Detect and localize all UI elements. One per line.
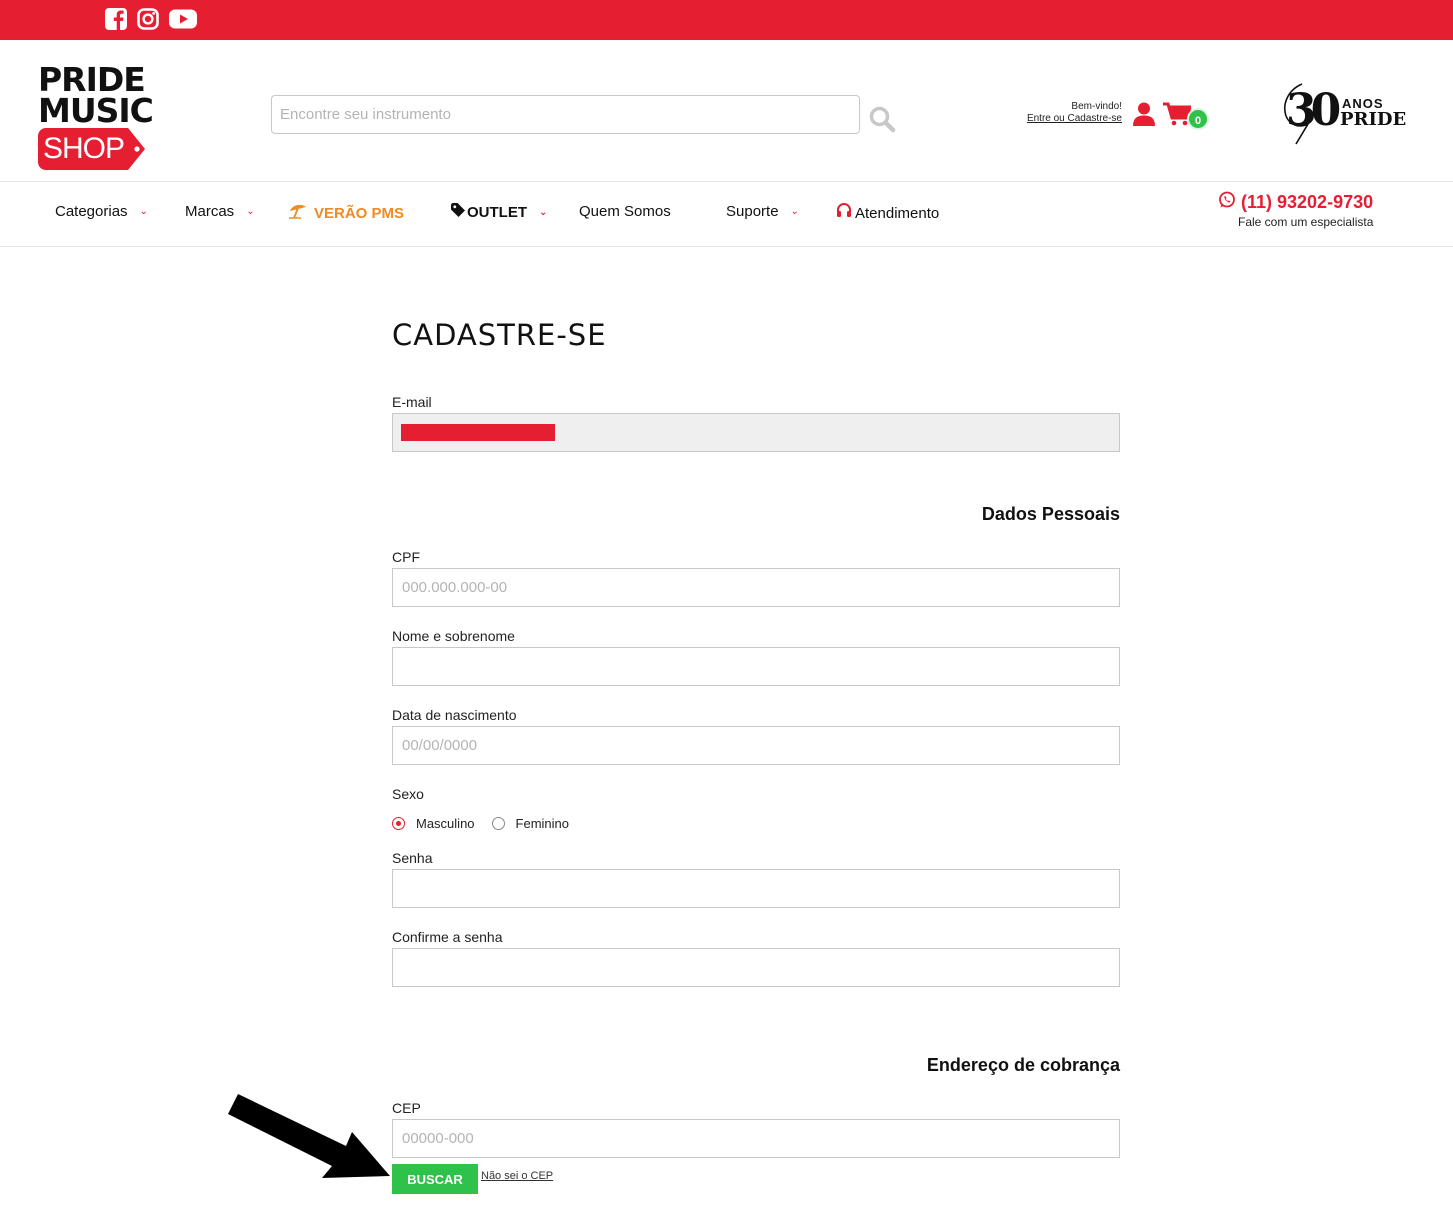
- anos-brand: PRIDE: [1340, 109, 1407, 130]
- radio-masculino[interactable]: [392, 817, 405, 830]
- nav-atendimento-label: Atendimento: [855, 204, 940, 222]
- buscar-button[interactable]: BUSCAR: [392, 1164, 478, 1194]
- anos-number: 30: [1286, 85, 1341, 136]
- search-icon[interactable]: [868, 105, 896, 133]
- nav-marcas-label: Marcas: [185, 203, 235, 220]
- facebook-icon[interactable]: [105, 8, 129, 32]
- nav-quem-somos[interactable]: Quem Somos: [579, 203, 671, 220]
- name-field[interactable]: [392, 647, 1120, 686]
- confirm-password-label: Confirme a senha: [392, 929, 503, 945]
- nav-verao-label: VERÃO PMS: [314, 204, 405, 222]
- cep-label: CEP: [392, 1100, 421, 1116]
- email-label: E-mail: [392, 394, 432, 410]
- user-icon[interactable]: [1133, 102, 1155, 126]
- logo-shop-tag: SHOP: [38, 128, 145, 170]
- radio-feminino-label[interactable]: Feminino: [516, 816, 569, 831]
- nav-marcas[interactable]: Marcas ⌄: [185, 203, 255, 220]
- pride-music-shop-logo[interactable]: PRIDE MUSIC SHOP: [38, 63, 154, 170]
- chevron-down-icon: ⌄: [139, 206, 148, 217]
- tag-icon: [451, 203, 465, 221]
- password-field[interactable]: [392, 869, 1120, 908]
- main-nav: Categorias ⌄ Marcas ⌄ VERÃO PMS OUTLET ⌄ Qu…: [0, 183, 1453, 247]
- radio-masculino-label[interactable]: Masculino: [416, 816, 475, 831]
- chevron-down-icon: ⌄: [790, 206, 799, 217]
- nav-categorias-label: Categorias: [55, 203, 128, 220]
- email-field: [392, 413, 1120, 452]
- section-endereco-cobranca: Endereço de cobrança: [926, 1055, 1120, 1075]
- youtube-icon[interactable]: [169, 8, 199, 32]
- redacted-email-value: [401, 424, 555, 441]
- beach-umbrella-icon: [289, 203, 308, 223]
- cep-field[interactable]: [392, 1119, 1120, 1158]
- welcome-text: Bem-vindo!: [1071, 101, 1122, 112]
- nav-outlet[interactable]: OUTLET ⌄: [451, 203, 547, 221]
- confirm-password-field[interactable]: [392, 948, 1120, 987]
- nao-sei-cep-link[interactable]: Não sei o CEP: [481, 1170, 553, 1182]
- sex-label: Sexo: [392, 786, 424, 802]
- 30-anos-pride-logo: 30 ANOS PRIDE: [1282, 82, 1408, 148]
- chevron-down-icon: ⌄: [246, 206, 255, 217]
- page-title: CADASTRE-SE: [392, 318, 607, 352]
- whatsapp-icon: [1218, 191, 1236, 214]
- nav-categorias[interactable]: Categorias ⌄: [55, 203, 148, 220]
- nav-outlet-label: OUTLET: [467, 203, 527, 221]
- phone-number: (11) 93202-9730: [1241, 192, 1374, 212]
- headset-icon: [836, 202, 852, 223]
- name-label: Nome e sobrenome: [392, 628, 515, 644]
- nav-quem-somos-label: Quem Somos: [579, 203, 671, 220]
- social-links: [105, 8, 199, 32]
- logo-line-music: MUSIC: [38, 91, 154, 130]
- phone-subtitle: Fale com um especialista: [1238, 215, 1374, 229]
- instagram-icon[interactable]: [137, 8, 161, 32]
- nav-suporte[interactable]: Suporte ⌄: [726, 203, 799, 220]
- radio-feminino[interactable]: [491, 817, 505, 830]
- logo-line-shop: SHOP: [43, 132, 125, 165]
- site-header: PRIDE MUSIC SHOP Bem-vindo! Entre ou Cad…: [0, 40, 1453, 182]
- top-bar: [0, 0, 1453, 40]
- nav-verao-pms[interactable]: VERÃO PMS: [289, 203, 404, 223]
- search-input[interactable]: [271, 95, 860, 134]
- account-welcome: Bem-vindo! Entre ou Cadastre-se: [990, 101, 1122, 125]
- section-dados-pessoais: Dados Pessoais: [981, 504, 1120, 524]
- cpf-label: CPF: [392, 549, 420, 565]
- birthdate-label: Data de nascimento: [392, 707, 517, 723]
- cpf-field[interactable]: [392, 568, 1120, 607]
- nav-atendimento[interactable]: Atendimento: [836, 202, 940, 223]
- login-register-link[interactable]: Entre ou Cadastre-se: [990, 113, 1122, 125]
- annotation-arrow-icon: [228, 1094, 392, 1184]
- nav-suporte-label: Suporte: [726, 203, 779, 220]
- whatsapp-phone[interactable]: (11) 93202-9730: [1218, 191, 1373, 214]
- sex-radio-group: Masculino Feminino: [392, 816, 586, 831]
- cart-count-badge: 0: [1187, 108, 1209, 130]
- chevron-down-icon: ⌄: [539, 206, 548, 218]
- password-label: Senha: [392, 850, 433, 866]
- birthdate-field[interactable]: [392, 726, 1120, 765]
